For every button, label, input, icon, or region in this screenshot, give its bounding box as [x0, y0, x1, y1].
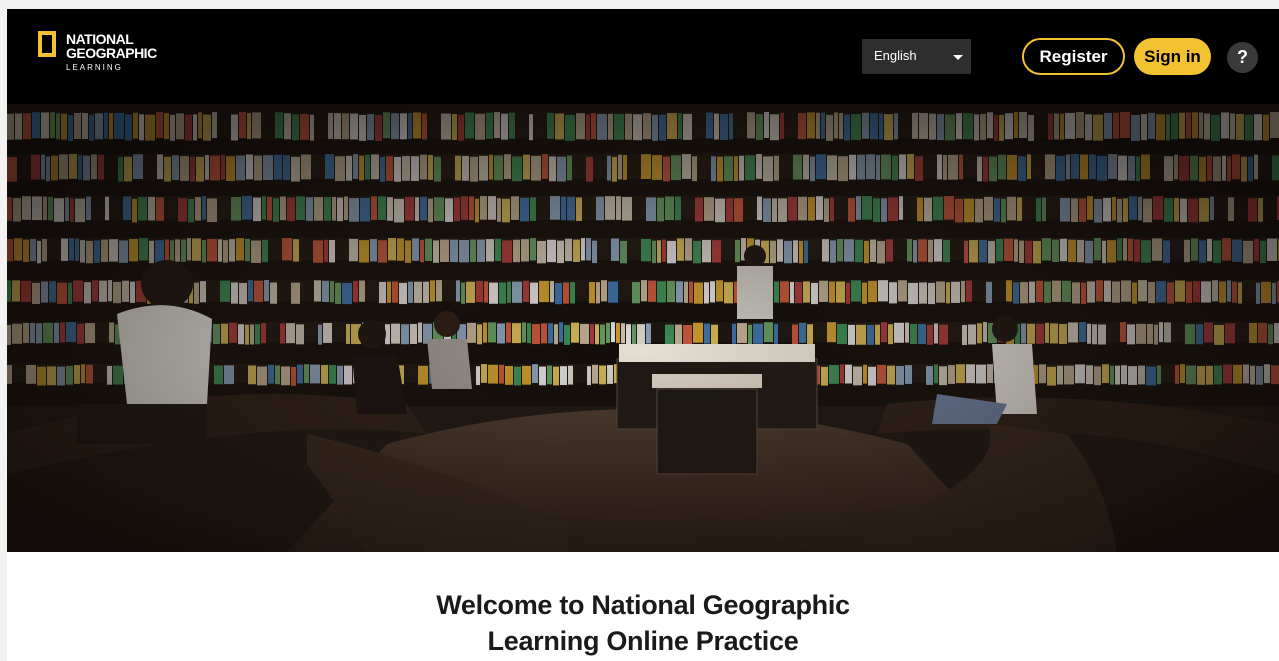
hero-image	[7, 104, 1279, 552]
register-button[interactable]: Register	[1022, 38, 1125, 75]
language-select-value: English	[874, 48, 917, 63]
library-photo	[7, 104, 1279, 552]
national-geographic-learning-logo[interactable]: NATIONAL GEOGRAPHIC LEARNING	[38, 31, 178, 75]
welcome-heading: Welcome to National Geographic Learning …	[7, 587, 1279, 659]
logo-text-geographic: GEOGRAPHIC	[66, 45, 157, 61]
page: NATIONAL GEOGRAPHIC LEARNING English Reg…	[7, 9, 1279, 661]
logo-text-learning: LEARNING	[66, 63, 123, 72]
caret-down-icon	[953, 55, 963, 60]
logo-text-national: NATIONAL	[66, 31, 134, 47]
welcome-line-2: Learning Online Practice	[487, 626, 799, 656]
welcome-line-1: Welcome to National Geographic	[436, 590, 850, 620]
language-select[interactable]: English	[862, 39, 971, 74]
top-bar: NATIONAL GEOGRAPHIC LEARNING English Reg…	[7, 9, 1279, 104]
help-button[interactable]: ?	[1227, 42, 1258, 73]
sign-in-button[interactable]: Sign in	[1134, 38, 1211, 75]
yellow-border-icon	[38, 31, 56, 57]
